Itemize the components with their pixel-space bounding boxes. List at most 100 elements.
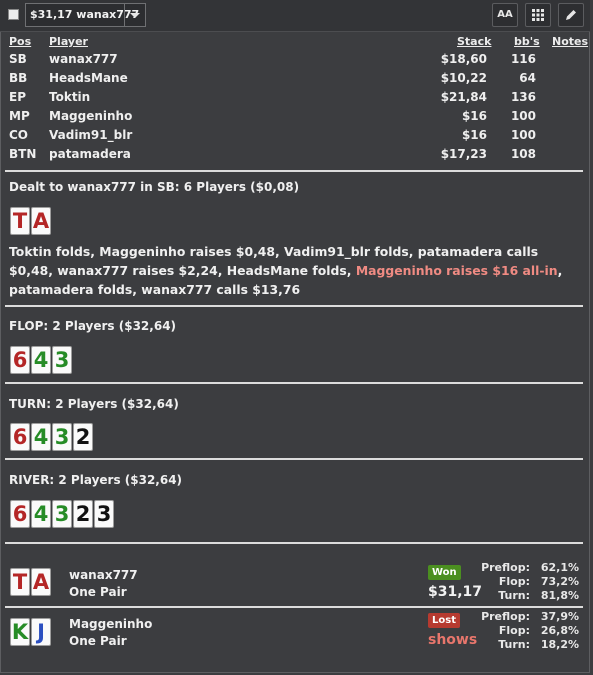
result-hand: One Pair (69, 585, 127, 599)
playing-card: 4 (31, 423, 51, 451)
playing-card: 3 (94, 500, 114, 528)
equity-label: Preflop: (481, 561, 530, 574)
player-name: patamadera (49, 147, 131, 161)
river-cards: 64323 (10, 500, 115, 528)
playing-card: A (31, 207, 51, 235)
playing-card: 6 (10, 346, 30, 374)
player-stack: $16 (461, 109, 487, 123)
preflop-title: Dealt to wanax777 in SB: 6 Players ($0,0… (9, 180, 300, 194)
grid-button[interactable] (525, 3, 551, 27)
grid-icon (532, 9, 544, 21)
table-row[interactable]: BB HeadsMane $10,22 64 (0, 71, 590, 90)
player-name: HeadsMane (49, 71, 128, 85)
player-stack: $18,60 (440, 52, 487, 66)
equity-value: 37,9% (540, 610, 579, 623)
table-row[interactable]: SB wanax777 $18,60 116 (0, 52, 590, 71)
divider (5, 305, 583, 307)
flop-cards: 643 (10, 346, 73, 374)
playing-card: 3 (52, 423, 72, 451)
result-hand: One Pair (69, 634, 127, 648)
equity-label: Preflop: (481, 610, 530, 623)
divider (5, 458, 583, 460)
playing-card: 2 (73, 500, 93, 528)
playing-card: K (10, 618, 30, 646)
table-row[interactable]: BTN patamadera $17,23 108 (0, 147, 590, 166)
playing-card: 3 (52, 346, 72, 374)
player-pos: SB (9, 52, 27, 66)
player-name: Vadim91_blr (49, 128, 133, 142)
hand-select[interactable]: $31,17 wanax777 (25, 3, 146, 27)
playing-card: J (31, 618, 51, 646)
player-pos: EP (9, 90, 26, 104)
player-bbs: 136 (510, 90, 536, 104)
table-row[interactable]: EP Toktin $21,84 136 (0, 90, 590, 109)
table-row[interactable]: CO Vadim91_blr $16 100 (0, 128, 590, 147)
divider (5, 170, 583, 172)
equity-label: Flop: (498, 624, 530, 637)
player-stack: $16 (461, 128, 487, 142)
chevron-down-icon[interactable] (124, 4, 145, 26)
player-pos: BB (9, 71, 28, 85)
player-stack: $10,22 (440, 71, 487, 85)
col-header-notes[interactable]: Notes (552, 35, 588, 48)
equity-value: 62,1% (540, 561, 579, 574)
result-cards: KJ (10, 618, 52, 646)
playing-card: 6 (10, 500, 30, 528)
won-badge: Won (428, 565, 461, 580)
equity-label: Turn: (498, 589, 530, 602)
equity-value: 81,8% (540, 589, 579, 602)
playing-card: T (10, 568, 30, 596)
player-stack: $17,23 (440, 147, 487, 161)
divider (5, 606, 583, 608)
playing-card: T (10, 207, 30, 235)
divider (5, 542, 583, 544)
playing-card: A (31, 568, 51, 596)
equity-value: 18,2% (540, 638, 579, 651)
player-pos: MP (9, 109, 30, 123)
turn-title: TURN: 2 Players ($32,64) (9, 397, 179, 411)
col-header-pos[interactable]: Pos (9, 35, 31, 48)
player-bbs: 116 (510, 52, 536, 66)
result-player-name: Maggeninho (69, 617, 153, 631)
result-cards: TA (10, 568, 52, 596)
playing-card: 6 (10, 423, 30, 451)
col-header-player[interactable]: Player (49, 35, 88, 48)
turn-cards: 6432 (10, 423, 94, 451)
player-name: Toktin (49, 90, 91, 104)
player-stack: $21,84 (440, 90, 487, 104)
flop-title: FLOP: 2 Players ($32,64) (9, 319, 177, 333)
actions-highlight: Maggeninho raises $16 all-in (355, 263, 558, 278)
select-checkbox[interactable] (8, 9, 19, 20)
river-title: RIVER: 2 Players ($32,64) (9, 473, 183, 487)
col-header-stack[interactable]: Stack (457, 35, 491, 48)
shows-label: shows (428, 632, 478, 648)
equity-label: Turn: (498, 638, 530, 651)
edit-button[interactable] (558, 3, 584, 27)
equity-value: 26,8% (540, 624, 579, 637)
table-row[interactable]: MP Maggeninho $16 100 (0, 109, 590, 128)
col-header-bbs[interactable]: bb's (514, 35, 540, 48)
playing-card: 2 (73, 423, 93, 451)
player-bbs: 100 (510, 109, 536, 123)
pencil-icon (566, 10, 576, 20)
hole-cards: TA (10, 207, 52, 235)
player-name: wanax777 (49, 52, 118, 66)
player-name: Maggeninho (49, 109, 133, 123)
player-pos: CO (9, 128, 29, 142)
font-size-button[interactable]: AA (492, 3, 518, 27)
result-player-name: wanax777 (69, 568, 138, 582)
equity-label: Flop: (498, 575, 530, 588)
preflop-actions: Toktin folds, Maggeninho raises $0,48, V… (9, 242, 579, 299)
playing-card: 3 (52, 500, 72, 528)
won-amount: $31,17 (428, 584, 483, 600)
player-bbs: 100 (510, 128, 536, 142)
player-bbs: 64 (519, 71, 536, 85)
divider (5, 382, 583, 384)
player-bbs: 108 (510, 147, 536, 161)
playing-card: 4 (31, 500, 51, 528)
equity-value: 73,2% (540, 575, 579, 588)
playing-card: 4 (31, 346, 51, 374)
lost-badge: Lost (428, 613, 460, 628)
toolbar: $31,17 wanax777 AA (0, 0, 590, 32)
hand-select-value: $31,17 wanax777 (30, 8, 140, 21)
